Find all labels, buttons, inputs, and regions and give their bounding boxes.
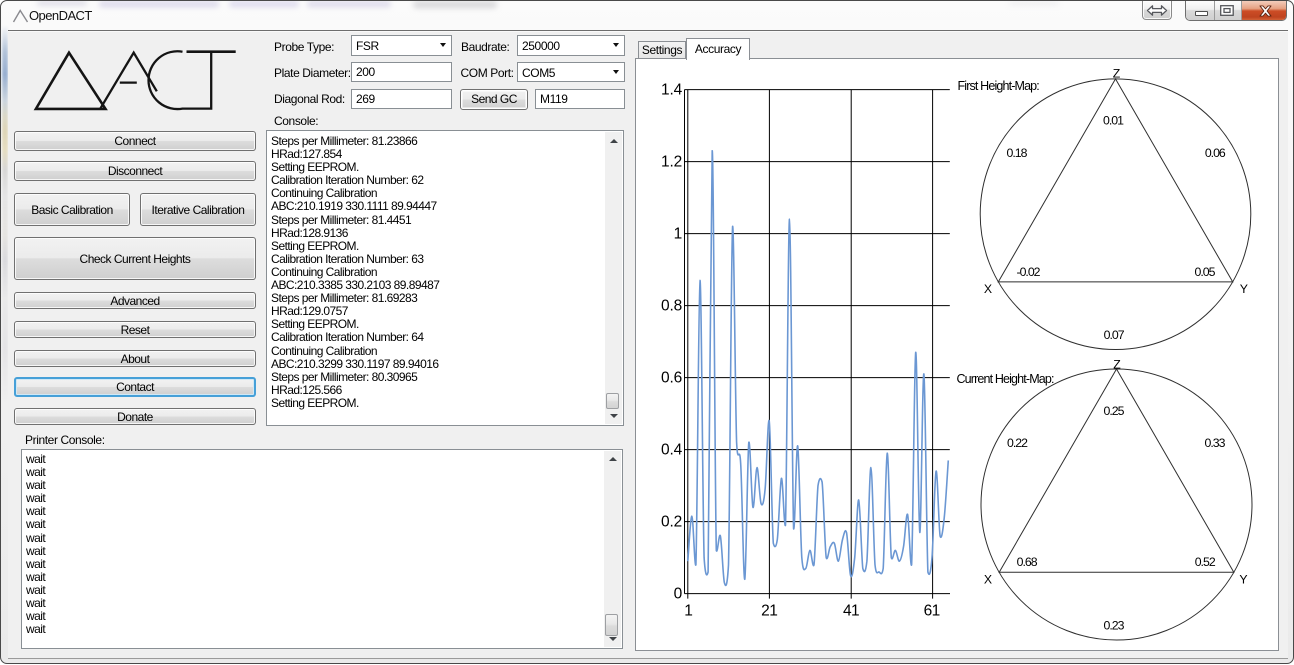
svg-text:X: X: [984, 573, 992, 587]
svg-text:0.2: 0.2: [661, 514, 682, 531]
svg-text:0.06: 0.06: [1205, 146, 1226, 160]
svg-text:0.18: 0.18: [1007, 146, 1028, 160]
svg-text:Current Height-Map:: Current Height-Map:: [957, 372, 1054, 386]
svg-text:1: 1: [674, 226, 682, 243]
svg-text:1.2: 1.2: [661, 154, 682, 171]
svg-text:41: 41: [843, 603, 859, 620]
svg-text:0.6: 0.6: [661, 370, 682, 387]
svg-text:0.07: 0.07: [1104, 328, 1125, 342]
svg-text:0.01: 0.01: [1103, 114, 1124, 128]
svg-text:0.68: 0.68: [1017, 555, 1038, 569]
svg-text:1: 1: [684, 603, 692, 620]
svg-text:0.25: 0.25: [1104, 404, 1125, 418]
svg-text:Z: Z: [1113, 67, 1121, 81]
svg-text:0.23: 0.23: [1104, 619, 1125, 633]
svg-text:Y: Y: [1239, 573, 1247, 587]
svg-text:21: 21: [761, 603, 777, 620]
svg-text:Y: Y: [1240, 282, 1248, 296]
svg-text:First Height-Map:: First Height-Map:: [958, 79, 1040, 93]
svg-text:0.05: 0.05: [1195, 265, 1216, 279]
svg-text:0.33: 0.33: [1205, 436, 1226, 450]
svg-text:-0.02: -0.02: [1016, 265, 1040, 279]
svg-text:0: 0: [674, 586, 683, 603]
svg-text:X: X: [984, 282, 992, 296]
svg-text:1.4: 1.4: [661, 82, 683, 99]
svg-text:0.52: 0.52: [1195, 555, 1216, 569]
svg-text:61: 61: [924, 603, 940, 620]
svg-text:0.22: 0.22: [1007, 436, 1028, 450]
svg-text:0.4: 0.4: [661, 442, 683, 459]
svg-text:0.8: 0.8: [661, 298, 682, 315]
